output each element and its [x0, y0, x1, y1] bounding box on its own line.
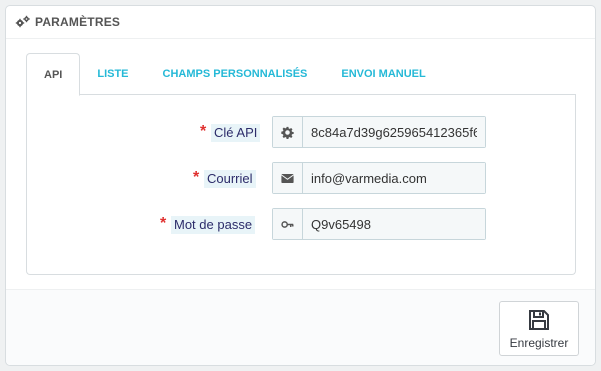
tab-liste[interactable]: LISTE	[80, 53, 145, 94]
password-input[interactable]	[303, 209, 485, 239]
save-button[interactable]: Enregistrer	[499, 301, 579, 356]
tab-content-api: * Clé API * Courriel	[26, 95, 576, 275]
panel-footer: Enregistrer	[6, 289, 595, 365]
api-key-input[interactable]	[303, 117, 485, 147]
password-row: * Mot de passe	[27, 208, 575, 240]
api-key-row: * Clé API	[27, 116, 575, 148]
save-button-label: Enregistrer	[509, 335, 569, 350]
required-marker: *	[193, 169, 200, 186]
api-key-input-group	[272, 116, 486, 148]
key-icon	[273, 209, 303, 239]
tab-champs-personnalises[interactable]: CHAMPS PERSONNALISÉS	[146, 53, 325, 94]
tab-api[interactable]: API	[26, 53, 81, 96]
envelope-icon	[273, 163, 303, 193]
gear-icon	[273, 117, 303, 147]
email-row: * Courriel	[27, 162, 575, 194]
floppy-disk-icon	[529, 309, 549, 330]
api-key-label: Clé API	[211, 124, 261, 142]
password-input-group	[272, 208, 486, 240]
tabs-container: API LISTE CHAMPS PERSONNALISÉS ENVOI MAN…	[26, 53, 576, 275]
required-marker: *	[200, 123, 207, 140]
required-marker: *	[160, 215, 167, 232]
gears-icon	[15, 15, 30, 28]
email-input-group	[272, 162, 486, 194]
password-label: Mot de passe	[171, 216, 256, 234]
panel-header: PARAMÈTRES	[6, 6, 595, 39]
email-field[interactable]	[303, 163, 485, 193]
email-label: Courriel	[204, 170, 256, 188]
tab-envoi-manuel[interactable]: ENVOI MANUEL	[324, 53, 442, 94]
tab-bar: API LISTE CHAMPS PERSONNALISÉS ENVOI MAN…	[26, 53, 576, 96]
settings-panel: PARAMÈTRES API LISTE CHAMPS PERSONNALISÉ…	[5, 5, 596, 366]
panel-title: PARAMÈTRES	[35, 15, 121, 29]
